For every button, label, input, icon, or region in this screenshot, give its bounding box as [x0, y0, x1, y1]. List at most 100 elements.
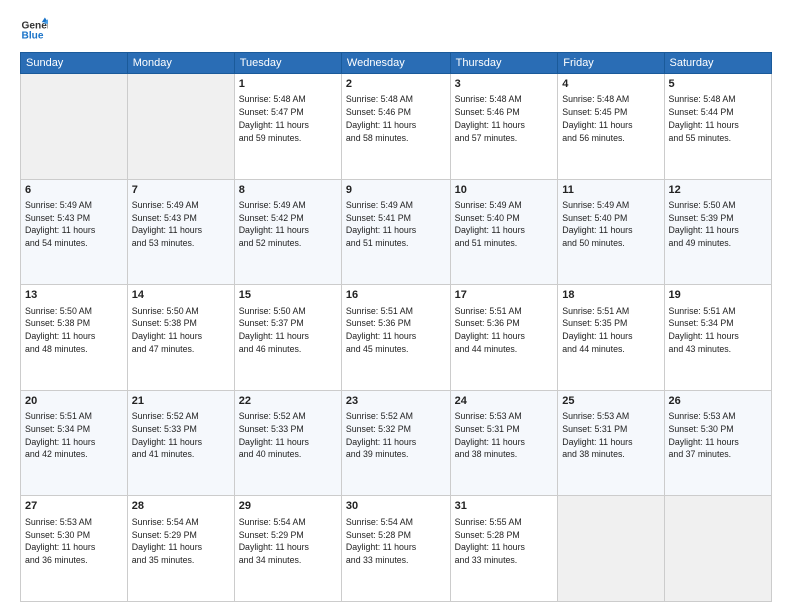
day-number: 18: [562, 288, 659, 303]
day-number: 16: [346, 288, 446, 303]
day-info: Sunrise: 5:52 AM Sunset: 5:33 PM Dayligh…: [239, 410, 337, 461]
weekday-saturday: Saturday: [664, 53, 771, 74]
day-info: Sunrise: 5:51 AM Sunset: 5:36 PM Dayligh…: [455, 305, 554, 356]
day-info: Sunrise: 5:48 AM Sunset: 5:44 PM Dayligh…: [669, 93, 767, 144]
day-number: 13: [25, 288, 123, 303]
weekday-thursday: Thursday: [450, 53, 558, 74]
day-info: Sunrise: 5:51 AM Sunset: 5:36 PM Dayligh…: [346, 305, 446, 356]
calendar-cell: [21, 74, 128, 180]
calendar-cell: 3Sunrise: 5:48 AM Sunset: 5:46 PM Daylig…: [450, 74, 558, 180]
calendar-cell: 27 Sunrise: 5:53 AM Sunset: 5:30 PM Dayli…: [21, 496, 128, 602]
calendar-cell: 4Sunrise: 5:48 AM Sunset: 5:45 PM Daylig…: [558, 74, 664, 180]
day-number: 15: [239, 288, 337, 303]
svg-text:Blue: Blue: [22, 31, 44, 42]
week-row-5: 27 Sunrise: 5:53 AM Sunset: 5:30 PM Dayli…: [21, 496, 772, 602]
calendar-cell: 15 Sunrise: 5:50 AM Sunset: 5:37 PM Dayli…: [234, 285, 341, 391]
day-number: 5: [669, 77, 767, 92]
day-info: Sunrise: 5:49 AM Sunset: 5:40 PM Dayligh…: [455, 199, 554, 250]
day-info: Sunrise: 5:53 AM Sunset: 5:31 PM Dayligh…: [455, 410, 554, 461]
day-info: Sunrise: 5:48 AM Sunset: 5:46 PM Dayligh…: [455, 93, 554, 144]
day-info: Sunrise: 5:48 AM Sunset: 5:45 PM Dayligh…: [562, 93, 659, 144]
logo: General Blue: [20, 16, 54, 44]
day-info: Sunrise: 5:51 AM Sunset: 5:34 PM Dayligh…: [25, 410, 123, 461]
header: General Blue: [20, 16, 772, 44]
logo-icon: General Blue: [20, 16, 48, 44]
calendar-cell: 21Sunrise: 5:52 AM Sunset: 5:33 PM Dayli…: [127, 390, 234, 496]
day-info: Sunrise: 5:52 AM Sunset: 5:32 PM Dayligh…: [346, 410, 446, 461]
weekday-sunday: Sunday: [21, 53, 128, 74]
day-info: Sunrise: 5:49 AM Sunset: 5:40 PM Dayligh…: [562, 199, 659, 250]
day-info: Sunrise: 5:53 AM Sunset: 5:30 PM Dayligh…: [25, 516, 123, 567]
weekday-friday: Friday: [558, 53, 664, 74]
day-info: Sunrise: 5:49 AM Sunset: 5:43 PM Dayligh…: [25, 199, 123, 250]
calendar-cell: 28 Sunrise: 5:54 AM Sunset: 5:29 PM Dayli…: [127, 496, 234, 602]
day-info: Sunrise: 5:52 AM Sunset: 5:33 PM Dayligh…: [132, 410, 230, 461]
day-number: 20: [25, 394, 123, 409]
day-number: 22: [239, 394, 337, 409]
day-number: 9: [346, 183, 446, 198]
calendar: SundayMondayTuesdayWednesdayThursdayFrid…: [20, 52, 772, 602]
day-info: Sunrise: 5:48 AM Sunset: 5:47 PM Dayligh…: [239, 93, 337, 144]
calendar-cell: 30 Sunrise: 5:54 AM Sunset: 5:28 PM Dayli…: [341, 496, 450, 602]
day-number: 1: [239, 77, 337, 92]
calendar-cell: 7Sunrise: 5:49 AM Sunset: 5:43 PM Daylig…: [127, 179, 234, 285]
calendar-cell: 18Sunrise: 5:51 AM Sunset: 5:35 PM Dayli…: [558, 285, 664, 391]
day-number: 23: [346, 394, 446, 409]
day-number: 3: [455, 77, 554, 92]
day-info: Sunrise: 5:50 AM Sunset: 5:37 PM Dayligh…: [239, 305, 337, 356]
calendar-cell: 11Sunrise: 5:49 AM Sunset: 5:40 PM Dayli…: [558, 179, 664, 285]
calendar-cell: 23Sunrise: 5:52 AM Sunset: 5:32 PM Dayli…: [341, 390, 450, 496]
day-number: 25: [562, 394, 659, 409]
day-number: 19: [669, 288, 767, 303]
calendar-cell: 25Sunrise: 5:53 AM Sunset: 5:31 PM Dayli…: [558, 390, 664, 496]
day-info: Sunrise: 5:55 AM Sunset: 5:28 PM Dayligh…: [455, 516, 554, 567]
day-info: Sunrise: 5:49 AM Sunset: 5:42 PM Dayligh…: [239, 199, 337, 250]
calendar-header: SundayMondayTuesdayWednesdayThursdayFrid…: [21, 53, 772, 74]
calendar-cell: 10Sunrise: 5:49 AM Sunset: 5:40 PM Dayli…: [450, 179, 558, 285]
day-number: 6: [25, 183, 123, 198]
calendar-cell: 24Sunrise: 5:53 AM Sunset: 5:31 PM Dayli…: [450, 390, 558, 496]
weekday-header-row: SundayMondayTuesdayWednesdayThursdayFrid…: [21, 53, 772, 74]
day-info: Sunrise: 5:49 AM Sunset: 5:43 PM Dayligh…: [132, 199, 230, 250]
calendar-cell: 8Sunrise: 5:49 AM Sunset: 5:42 PM Daylig…: [234, 179, 341, 285]
week-row-3: 13 Sunrise: 5:50 AM Sunset: 5:38 PM Dayli…: [21, 285, 772, 391]
day-info: Sunrise: 5:50 AM Sunset: 5:38 PM Dayligh…: [132, 305, 230, 356]
day-info: Sunrise: 5:53 AM Sunset: 5:30 PM Dayligh…: [669, 410, 767, 461]
week-row-1: 1Sunrise: 5:48 AM Sunset: 5:47 PM Daylig…: [21, 74, 772, 180]
day-number: 28: [132, 499, 230, 514]
day-number: 30: [346, 499, 446, 514]
calendar-cell: 12Sunrise: 5:50 AM Sunset: 5:39 PM Dayli…: [664, 179, 771, 285]
day-number: 17: [455, 288, 554, 303]
calendar-cell: [558, 496, 664, 602]
weekday-monday: Monday: [127, 53, 234, 74]
day-info: Sunrise: 5:54 AM Sunset: 5:28 PM Dayligh…: [346, 516, 446, 567]
weekday-wednesday: Wednesday: [341, 53, 450, 74]
day-number: 27: [25, 499, 123, 514]
calendar-cell: 1Sunrise: 5:48 AM Sunset: 5:47 PM Daylig…: [234, 74, 341, 180]
calendar-cell: 29 Sunrise: 5:54 AM Sunset: 5:29 PM Dayli…: [234, 496, 341, 602]
day-info: Sunrise: 5:51 AM Sunset: 5:34 PM Dayligh…: [669, 305, 767, 356]
calendar-cell: 26Sunrise: 5:53 AM Sunset: 5:30 PM Dayli…: [664, 390, 771, 496]
day-number: 29: [239, 499, 337, 514]
day-number: 24: [455, 394, 554, 409]
calendar-cell: 9Sunrise: 5:49 AM Sunset: 5:41 PM Daylig…: [341, 179, 450, 285]
day-number: 14: [132, 288, 230, 303]
calendar-cell: 17 Sunrise: 5:51 AM Sunset: 5:36 PM Dayli…: [450, 285, 558, 391]
calendar-cell: 19 Sunrise: 5:51 AM Sunset: 5:34 PM Dayli…: [664, 285, 771, 391]
day-number: 10: [455, 183, 554, 198]
calendar-cell: 14 Sunrise: 5:50 AM Sunset: 5:38 PM Dayli…: [127, 285, 234, 391]
day-number: 12: [669, 183, 767, 198]
calendar-cell: 6Sunrise: 5:49 AM Sunset: 5:43 PM Daylig…: [21, 179, 128, 285]
week-row-2: 6Sunrise: 5:49 AM Sunset: 5:43 PM Daylig…: [21, 179, 772, 285]
calendar-cell: 20Sunrise: 5:51 AM Sunset: 5:34 PM Dayli…: [21, 390, 128, 496]
day-info: Sunrise: 5:54 AM Sunset: 5:29 PM Dayligh…: [132, 516, 230, 567]
weekday-tuesday: Tuesday: [234, 53, 341, 74]
calendar-cell: [127, 74, 234, 180]
day-info: Sunrise: 5:48 AM Sunset: 5:46 PM Dayligh…: [346, 93, 446, 144]
day-info: Sunrise: 5:54 AM Sunset: 5:29 PM Dayligh…: [239, 516, 337, 567]
day-number: 2: [346, 77, 446, 92]
day-number: 26: [669, 394, 767, 409]
day-number: 8: [239, 183, 337, 198]
day-number: 11: [562, 183, 659, 198]
calendar-cell: 13Sunrise: 5:50 AM Sunset: 5:38 PM Dayli…: [21, 285, 128, 391]
